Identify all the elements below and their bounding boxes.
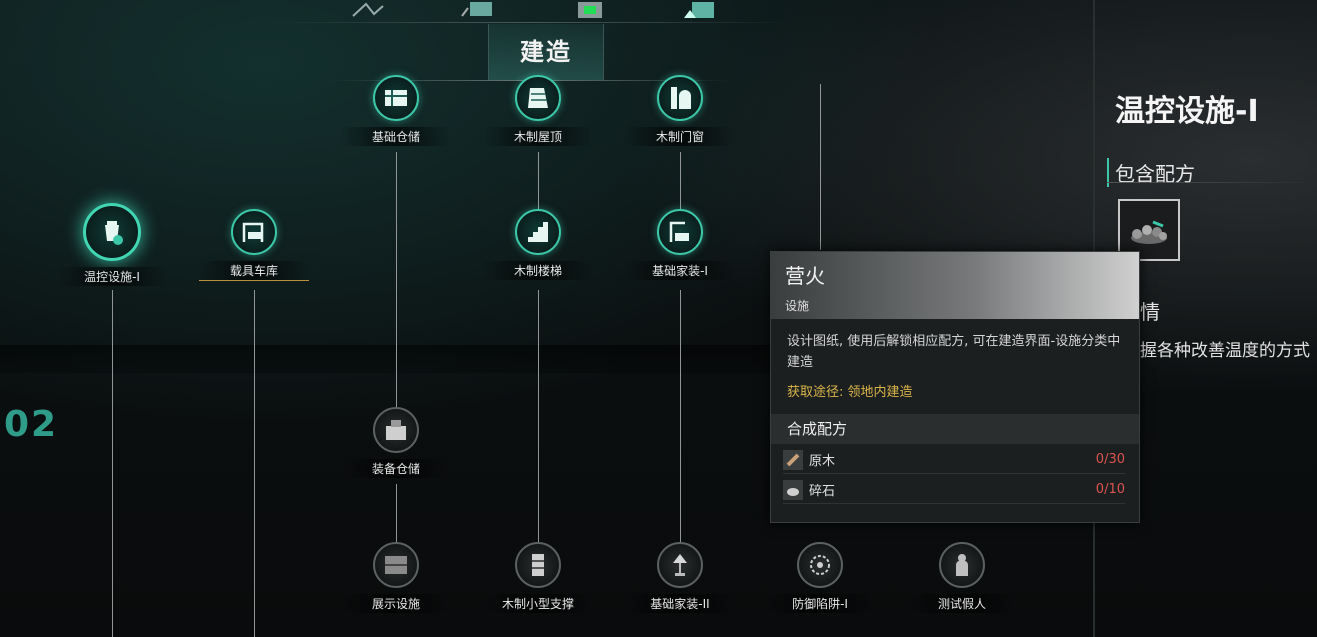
node-label: 载具车库 — [199, 261, 309, 281]
category-bar: 建造 — [270, 0, 790, 84]
description-text: 握各种改善温度的方式 — [1140, 341, 1310, 361]
node-label: 装备仓储 — [341, 459, 451, 478]
node-basic-home-2[interactable]: 基础家装-II — [625, 542, 735, 613]
node-label: 木制屋顶 — [483, 127, 593, 146]
stairs-icon — [515, 209, 561, 255]
roof-icon — [515, 75, 561, 121]
node-wood-roof[interactable]: 木制屋顶 — [483, 75, 593, 146]
gear-storage-icon — [373, 407, 419, 453]
node-label: 木制小型支撑 — [483, 594, 593, 613]
tree-line — [680, 152, 681, 210]
tree-line — [538, 290, 539, 544]
tree-line — [254, 290, 255, 637]
dummy-icon — [939, 542, 985, 588]
tab-build[interactable]: 建造 — [488, 24, 604, 80]
garage-icon — [231, 209, 277, 255]
node-defense-trap[interactable]: 防御陷阱-I — [765, 542, 875, 613]
tree-line — [538, 152, 539, 210]
tooltip-header: 营火 设施 — [771, 252, 1139, 319]
tooltip-item-name: 营火 — [785, 264, 825, 288]
tree-line — [396, 152, 397, 407]
description-section-title: 情 — [1140, 300, 1160, 324]
tooltip-item-type: 设施 — [785, 299, 810, 313]
category-icon-2[interactable] — [460, 0, 500, 20]
category-icon-1[interactable] — [348, 0, 388, 20]
campfire-icon — [1131, 220, 1167, 244]
tooltip-description: 设计图纸, 使用后解锁相应配方, 可在建造界面-设施分类中建造 — [787, 334, 1121, 370]
door-icon — [657, 75, 703, 121]
storage-icon — [373, 75, 419, 121]
node-label: 基础家装-II — [625, 594, 735, 613]
node-test-dummy[interactable]: 测试假人 — [907, 542, 1017, 613]
support-icon — [515, 542, 561, 588]
node-basic-storage[interactable]: 基础仓储 — [341, 75, 451, 146]
node-warm-facility[interactable]: 温控设施-I — [57, 203, 167, 286]
recipe-header: 合成配方 — [771, 414, 1139, 444]
material-name: 原木 — [809, 454, 836, 469]
stone-icon — [783, 479, 803, 500]
node-label: 防御陷阱-I — [765, 594, 875, 613]
display-icon — [373, 542, 419, 588]
node-label: 基础家装-I — [625, 261, 735, 280]
material-count: 0/30 — [1095, 452, 1125, 467]
material-name: 碎石 — [809, 484, 836, 499]
category-icon-3[interactable] — [570, 0, 610, 20]
tree-line — [396, 484, 397, 544]
item-tooltip: 营火 设施 设计图纸, 使用后解锁相应配方, 可在建造界面-设施分类中建造 获取… — [770, 251, 1140, 523]
node-vehicle-garage[interactable]: 载具车库 — [199, 209, 309, 281]
category-icon-4[interactable] — [680, 0, 720, 20]
home-decor-icon — [657, 209, 703, 255]
tree-line — [112, 290, 113, 637]
lamp-icon — [657, 542, 703, 588]
page-number: 02 — [4, 404, 59, 445]
tree-line — [820, 84, 821, 250]
node-label: 木制门窗 — [625, 127, 735, 146]
node-label: 展示设施 — [341, 594, 451, 613]
material-row: 原木 0/30 — [783, 446, 1125, 474]
node-label: 基础仓储 — [341, 127, 451, 146]
node-label: 木制楼梯 — [483, 261, 593, 280]
node-basic-home-1[interactable]: 基础家装-I — [625, 209, 735, 280]
node-label: 测试假人 — [907, 594, 1017, 613]
node-gear-storage[interactable]: 装备仓储 — [341, 407, 451, 478]
trap-icon — [797, 542, 843, 588]
log-icon — [783, 449, 803, 470]
warm-facility-icon — [83, 203, 141, 261]
material-row: 碎石 0/10 — [783, 476, 1125, 504]
tree-line — [680, 290, 681, 544]
panel-title: 温控设施-I — [1115, 94, 1259, 129]
node-wood-support[interactable]: 木制小型支撑 — [483, 542, 593, 613]
node-wood-door[interactable]: 木制门窗 — [625, 75, 735, 146]
node-display-facility[interactable]: 展示设施 — [341, 542, 451, 613]
tab-build-label: 建造 — [520, 38, 572, 66]
material-count: 0/10 — [1095, 482, 1125, 497]
tooltip-source: 获取途径: 领地内建造 — [787, 385, 913, 400]
node-label: 温控设施-I — [57, 267, 167, 286]
node-wood-stairs[interactable]: 木制楼梯 — [483, 209, 593, 280]
